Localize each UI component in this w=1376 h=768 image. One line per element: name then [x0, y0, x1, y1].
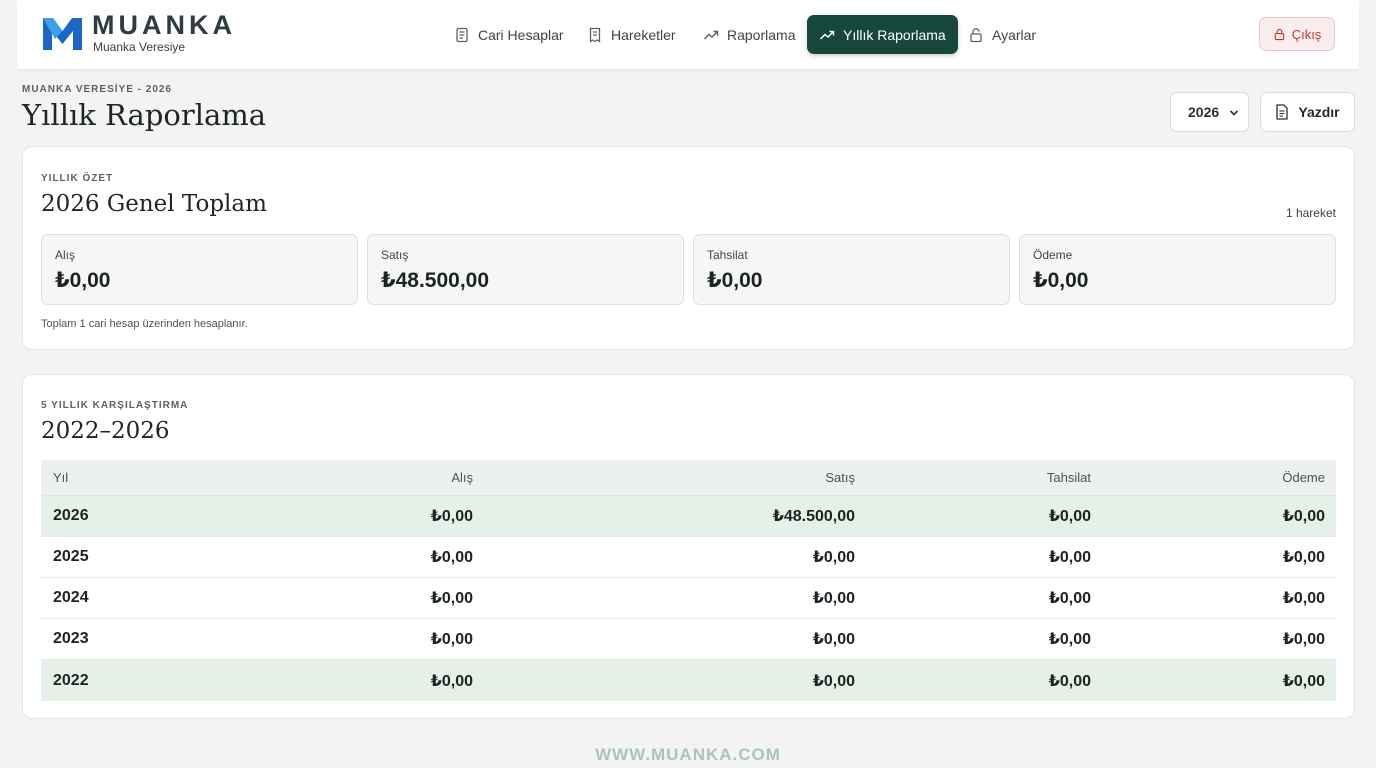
page-breadcrumb: MUANKA VERESİYE - 2026 — [22, 84, 172, 95]
chevron-down-icon — [1229, 110, 1239, 116]
logout-button[interactable]: Çıkış — [1259, 17, 1335, 51]
receipt-icon — [589, 27, 601, 43]
page-title: Yıllık Raporlama — [22, 98, 267, 132]
column-header-odeme[interactable]: Ödeme — [1282, 460, 1325, 495]
table-row[interactable]: 2025 ₺0,00 ₺0,00 ₺0,00 ₺0,00 — [41, 537, 1336, 578]
stat-odeme: Ödeme ₺0,00 — [1019, 234, 1336, 305]
comparison-eyebrow: 5 YILLIK KARŞILAŞTIRMA — [41, 400, 189, 411]
table-header: Yıl Alış Satış Tahsilat Ödeme — [41, 460, 1336, 496]
cell-alis: ₺0,00 — [430, 508, 473, 525]
annual-summary-card: YILLIK ÖZET 2026 Genel Toplam 1 hareket … — [22, 146, 1355, 350]
nav-label: Cari Hesaplar — [478, 26, 564, 43]
summary-note: Toplam 1 cari hesap üzerinden hesaplanır… — [41, 318, 248, 330]
stat-satis: Satış ₺48.500,00 — [367, 234, 684, 305]
table-row[interactable]: 2022 ₺0,00 ₺0,00 ₺0,00 ₺0,00 — [41, 660, 1336, 701]
column-header-satis[interactable]: Satış — [825, 460, 855, 495]
nav-label: Ayarlar — [992, 26, 1037, 43]
cell-year: 2024 — [53, 589, 89, 606]
document-icon — [1276, 104, 1289, 120]
cell-alis: ₺0,00 — [430, 549, 473, 566]
cell-tahsilat: ₺0,00 — [1048, 631, 1091, 648]
brand-subtitle: Muanka Veresiye — [93, 40, 186, 54]
comparison-table: Yıl Alış Satış Tahsilat Ödeme 2026 ₺0,00… — [41, 460, 1336, 701]
stat-label: Alış — [55, 248, 76, 262]
comparison-card: 5 YILLIK KARŞILAŞTIRMA 2022–2026 Yıl Alı… — [22, 374, 1355, 719]
nav-label: Yıllık Raporlama — [843, 26, 946, 43]
muanka-logo-icon[interactable] — [41, 14, 84, 52]
summary-title: 2026 Genel Toplam — [41, 191, 267, 217]
cell-year: 2022 — [53, 671, 89, 689]
column-header-alis[interactable]: Alış — [451, 460, 473, 495]
table-row[interactable]: 2024 ₺0,00 ₺0,00 ₺0,00 ₺0,00 — [41, 578, 1336, 619]
stat-label: Tahsilat — [707, 248, 748, 262]
cell-odeme: ₺0,00 — [1282, 549, 1325, 566]
cell-tahsilat: ₺0,00 — [1048, 549, 1091, 566]
cell-alis: ₺0,00 — [430, 672, 473, 690]
stat-label: Satış — [381, 248, 409, 262]
print-label: Yazdır — [1298, 104, 1340, 120]
cell-odeme: ₺0,00 — [1282, 672, 1325, 690]
column-header-yil[interactable]: Yıl — [53, 460, 68, 495]
cell-year: 2025 — [53, 548, 89, 565]
nav-yillik-raporlama[interactable]: Yıllık Raporlama — [807, 15, 958, 54]
top-navbar: MUANKA Muanka Veresiye Cari Hesaplar Har… — [17, 0, 1359, 70]
cell-satis: ₺0,00 — [812, 631, 855, 648]
cell-odeme: ₺0,00 — [1282, 508, 1325, 525]
cell-alis: ₺0,00 — [430, 631, 473, 648]
stat-tahsilat: Tahsilat ₺0,00 — [693, 234, 1010, 305]
cell-year: 2026 — [53, 507, 89, 524]
cell-tahsilat: ₺0,00 — [1048, 508, 1091, 525]
cell-satis: ₺0,00 — [812, 672, 855, 690]
stat-value: ₺0,00 — [707, 269, 763, 292]
brand-name: MUANKA — [92, 10, 236, 40]
cell-satis: ₺48.500,00 — [772, 508, 855, 525]
cell-year: 2023 — [53, 630, 89, 647]
stat-value: ₺48.500,00 — [381, 269, 490, 292]
logout-label: Çıkış — [1291, 26, 1322, 42]
nav-raporlama[interactable]: Raporlama — [691, 15, 807, 54]
cell-odeme: ₺0,00 — [1282, 590, 1325, 607]
cell-satis: ₺0,00 — [812, 549, 855, 566]
cell-satis: ₺0,00 — [812, 590, 855, 607]
lock-icon — [1274, 28, 1284, 40]
nav-label: Hareketler — [611, 26, 676, 43]
trending-up-icon — [820, 30, 835, 39]
cell-tahsilat: ₺0,00 — [1048, 590, 1091, 607]
nav-ayarlar[interactable]: Ayarlar — [956, 15, 1048, 54]
table-row[interactable]: 2026 ₺0,00 ₺48.500,00 ₺0,00 ₺0,00 — [41, 496, 1336, 537]
cell-odeme: ₺0,00 — [1282, 631, 1325, 648]
stat-value: ₺0,00 — [55, 269, 111, 292]
lock-icon — [970, 27, 982, 42]
column-header-tahsilat[interactable]: Tahsilat — [1047, 460, 1091, 495]
comparison-title: 2022–2026 — [41, 418, 170, 444]
stat-value: ₺0,00 — [1033, 269, 1089, 292]
print-button[interactable]: Yazdır — [1260, 92, 1355, 132]
footer-website[interactable]: WWW.MUANKA.COM — [0, 745, 1376, 765]
table-row[interactable]: 2023 ₺0,00 ₺0,00 ₺0,00 ₺0,00 — [41, 619, 1336, 660]
nav-label: Raporlama — [727, 26, 796, 43]
summary-eyebrow: YILLIK ÖZET — [41, 173, 114, 184]
stat-label: Ödeme — [1033, 248, 1073, 262]
movement-count: 1 hareket — [1285, 206, 1336, 220]
trending-up-icon — [704, 30, 719, 39]
cell-alis: ₺0,00 — [430, 590, 473, 607]
nav-hareketler[interactable]: Hareketler — [575, 15, 688, 54]
nav-cari-hesaplar[interactable]: Cari Hesaplar — [442, 15, 576, 54]
year-select-value: 2026 — [1188, 104, 1220, 120]
year-select[interactable]: 2026 — [1170, 92, 1249, 132]
document-icon — [456, 27, 468, 42]
cell-tahsilat: ₺0,00 — [1048, 672, 1091, 690]
stat-alis: Alış ₺0,00 — [41, 234, 358, 305]
